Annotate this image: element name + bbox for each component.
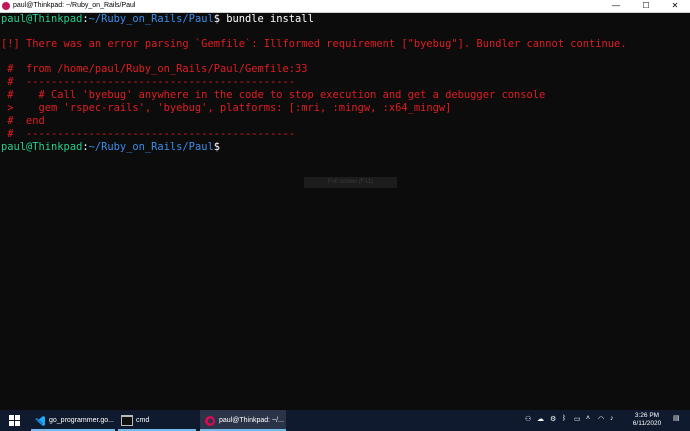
volume-icon[interactable]: ♪: [610, 415, 614, 422]
prompt-user: paul@Thinkpad: [1, 13, 83, 25]
debian-icon: [205, 415, 215, 426]
taskbar-item-label: go_programmer.go...: [49, 417, 114, 424]
taskbar: go_programmer.go... cmd paul@Thinkpad: ~…: [0, 410, 690, 431]
taskbar-item-label: cmd: [136, 417, 150, 424]
command-text: bundle install: [219, 13, 314, 25]
wifi-icon[interactable]: ◠: [598, 415, 604, 423]
error-detail-line: # # Call 'byebug' anywhere in the code t…: [1, 89, 546, 101]
window-titlebar[interactable]: paul@Thinkpad: ~/Ruby_on_Rails/Paul — ☐ …: [0, 0, 690, 13]
taskbar-item-label: paul@Thinkpad: ~/...: [219, 417, 284, 424]
notifications-icon[interactable]: ▤: [673, 414, 680, 422]
bluetooth-icon[interactable]: ᛒ: [562, 415, 566, 422]
error-detail-line: # --------------------------------------…: [1, 128, 296, 140]
error-detail-line: # end: [1, 115, 45, 127]
chevron-up-icon[interactable]: ˄: [586, 415, 590, 422]
error-detail-line: # from /home/paul/Ruby_on_Rails/Paul/Gem…: [1, 63, 308, 75]
prompt-path: ~/Ruby_on_Rails/Paul: [88, 141, 214, 153]
error-line: [!] There was an error parsing `Gemfile`…: [1, 38, 627, 50]
minimize-button[interactable]: —: [601, 0, 631, 12]
prompt-line: paul@Thinkpad:~/Ruby_on_Rails/Paul$: [0, 141, 690, 154]
prompt-user: paul@Thinkpad: [1, 141, 83, 153]
clock[interactable]: 3:26 PM 6/11/2020: [630, 412, 664, 428]
error-detail-line: # --------------------------------------…: [1, 76, 296, 88]
taskbar-item-cmd[interactable]: cmd: [118, 410, 196, 431]
prompt-line: paul@Thinkpad:~/Ruby_on_Rails/Paul$ bund…: [0, 13, 690, 26]
terminal-output[interactable]: paul@Thinkpad:~/Ruby_on_Rails/Paul$ bund…: [0, 13, 690, 410]
window-title: paul@Thinkpad: ~/Ruby_on_Rails/Paul: [13, 2, 136, 9]
cmd-icon: [121, 415, 133, 426]
error-detail-line: > gem 'rspec-rails', 'byebug', platforms…: [1, 102, 452, 114]
debian-icon: [2, 2, 10, 10]
battery-icon[interactable]: ▭: [574, 415, 581, 423]
clock-date: 6/11/2020: [632, 420, 662, 427]
prompt-dollar: $: [213, 141, 220, 153]
taskbar-item-terminal[interactable]: paul@Thinkpad: ~/...: [200, 410, 286, 431]
start-button[interactable]: [0, 410, 28, 431]
people-icon[interactable]: ⚇: [525, 415, 531, 423]
gear-icon[interactable]: ⚙: [550, 415, 556, 423]
fullscreen-tooltip: Full screen (F11): [304, 177, 397, 188]
taskbar-item-vscode[interactable]: go_programmer.go...: [31, 410, 115, 431]
close-button[interactable]: ✕: [660, 0, 690, 12]
onedrive-icon[interactable]: ☁: [537, 415, 544, 423]
vscode-icon: [35, 415, 45, 426]
clock-time: 3:26 PM: [634, 412, 660, 419]
windows-logo-icon: [8, 415, 20, 426]
maximize-button[interactable]: ☐: [631, 0, 661, 12]
prompt-path: ~/Ruby_on_Rails/Paul: [88, 13, 214, 25]
